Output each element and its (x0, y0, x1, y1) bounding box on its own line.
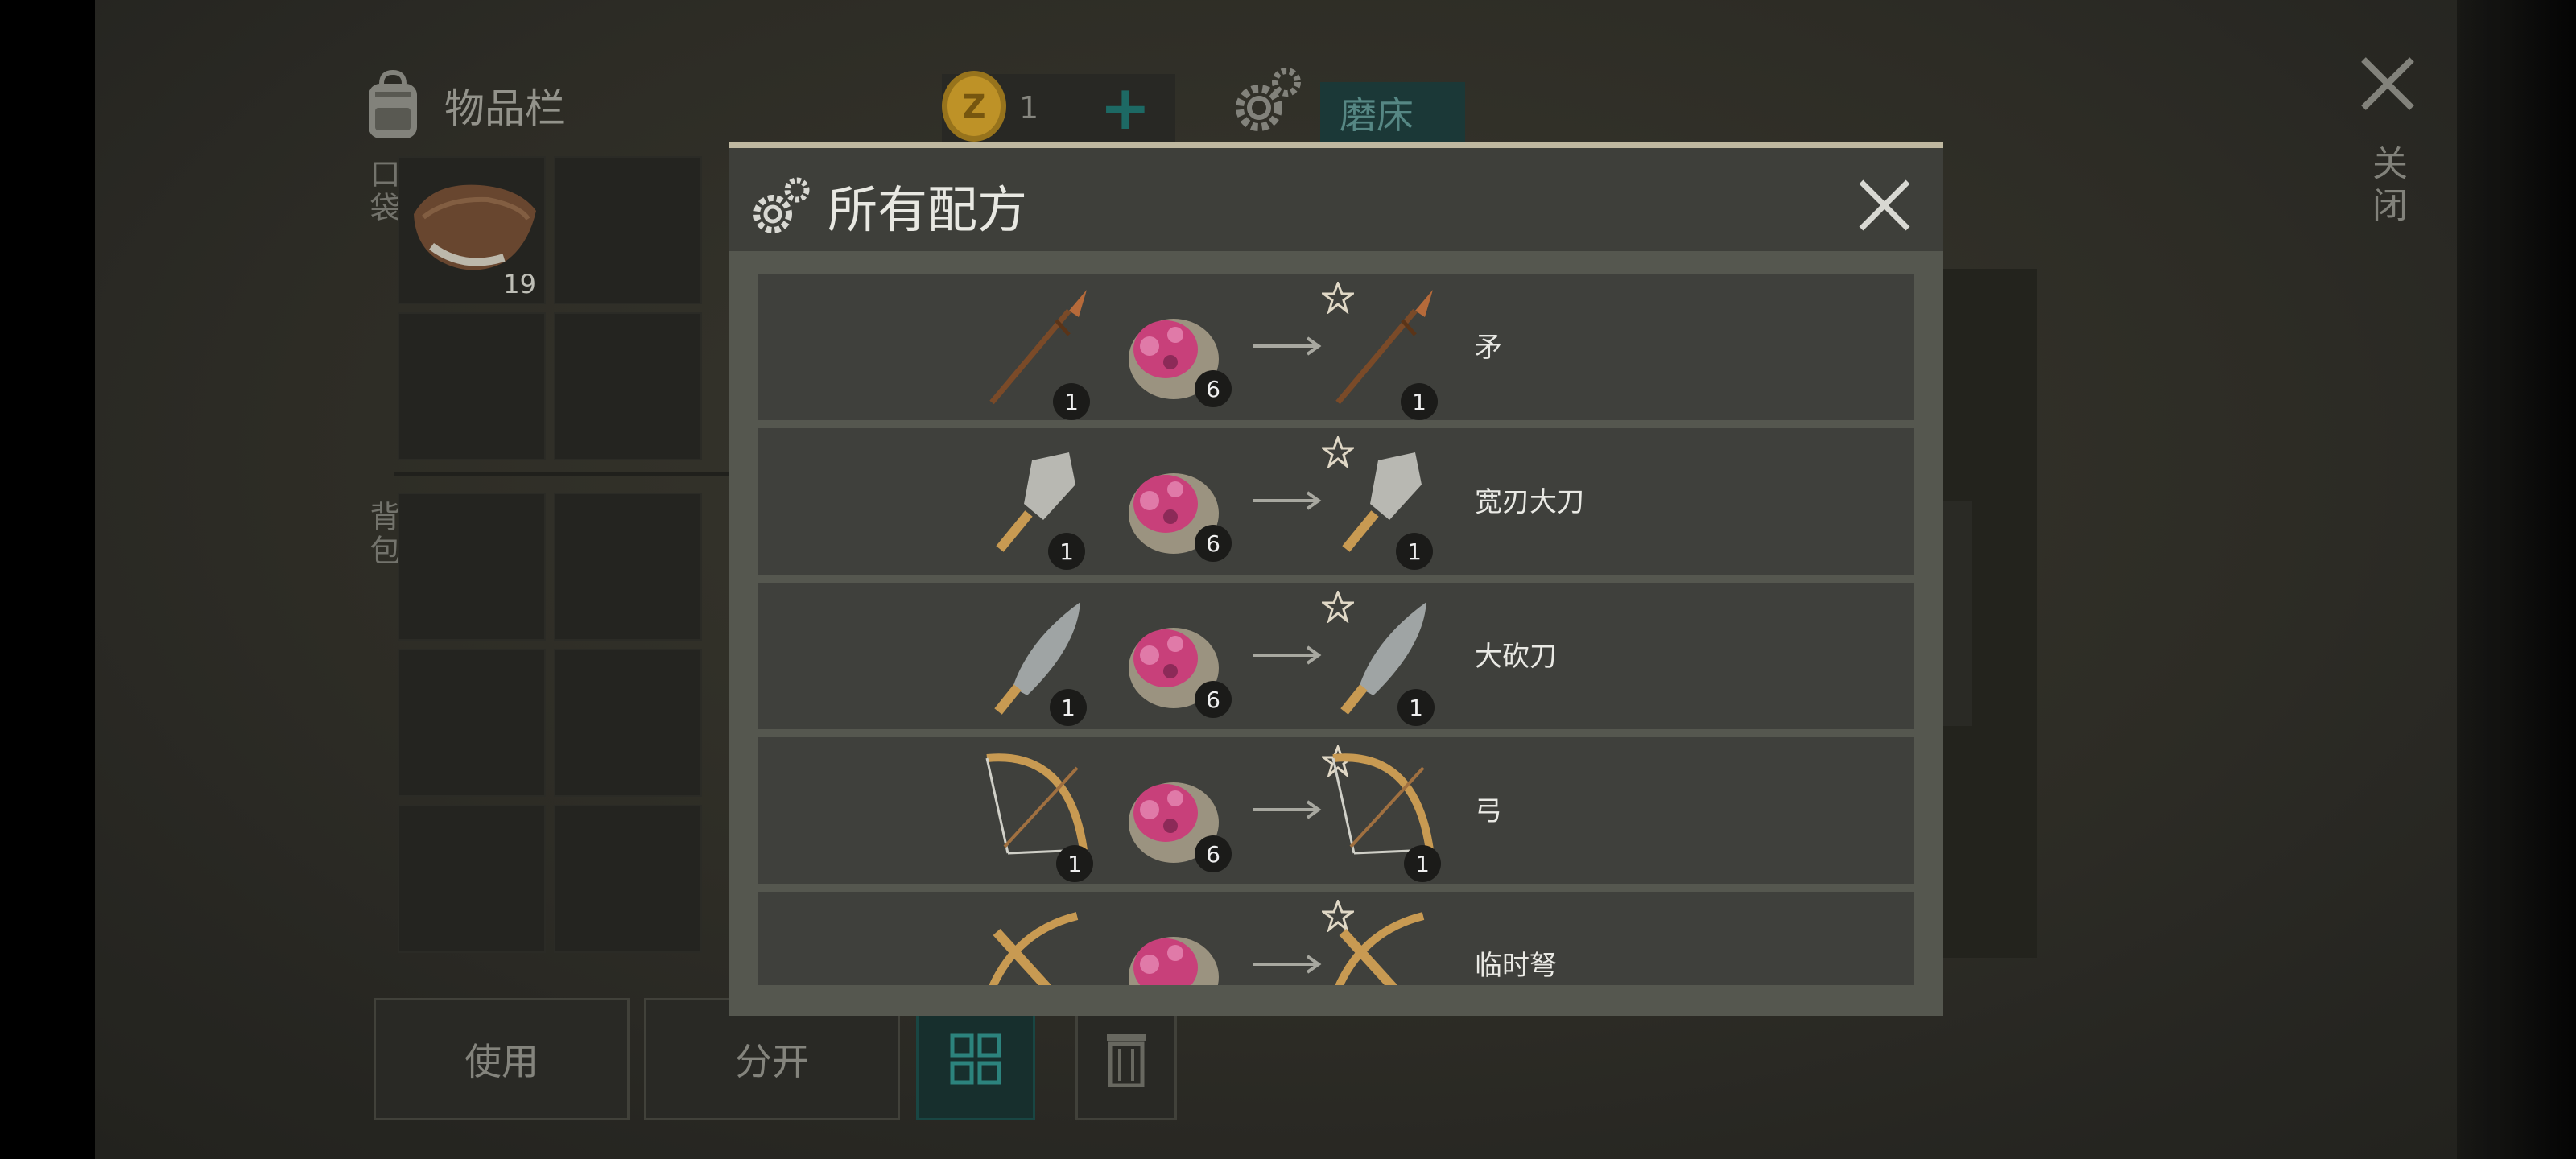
recipe-name: 弓 (1475, 795, 1502, 827)
crossbow-icon (989, 912, 1079, 985)
gears-icon (753, 177, 810, 233)
material (1117, 900, 1230, 985)
recipe-row[interactable]: 临时弩 (758, 892, 1914, 985)
material: 6 (1117, 436, 1232, 565)
quantity-badge: 6 (1195, 370, 1232, 407)
arrow-right-icon (1253, 645, 1322, 665)
recipe-name: 临时弩 (1475, 950, 1557, 982)
material: 6 (1117, 745, 1232, 874)
quantity-badge: 1 (1396, 533, 1433, 570)
output-tool: 1 (1327, 745, 1441, 882)
gem-ore-icon (1129, 937, 1219, 985)
quantity-badge: 6 (1195, 835, 1232, 872)
arrow-right-icon (1253, 336, 1322, 356)
recipe-list: 1 6 1 矛 1 6 1 宽刃大刀 1 6 1 大砍刀 1 6 1 弓 临时弩 (758, 274, 1914, 985)
recipe-row[interactable]: 1 6 (758, 737, 1914, 884)
output-tool: 1 (1327, 282, 1439, 420)
input-tool: 1 (980, 282, 1093, 420)
recipe-name: 矛 (1475, 332, 1502, 364)
output-tool (1327, 900, 1439, 985)
recipe-row[interactable]: 1 6 (758, 274, 1914, 420)
material: 6 (1117, 282, 1232, 410)
quantity-badge: 1 (1401, 383, 1438, 420)
input-tool: 1 (980, 745, 1093, 882)
quantity-badge: 1 (1056, 845, 1093, 882)
quantity-badge: 1 (1397, 689, 1435, 726)
arrow-right-icon (1253, 955, 1322, 974)
output-tool: 1 (1327, 591, 1439, 726)
crossbow-icon (1335, 912, 1425, 985)
recipe-name: 大砍刀 (1475, 641, 1557, 673)
modal-header: 所有配方 (729, 148, 1943, 251)
quantity-badge: 1 (1053, 383, 1090, 420)
material: 6 (1117, 591, 1232, 720)
modal-accent-line (729, 142, 1943, 148)
recipe-row[interactable]: 1 6 (758, 428, 1914, 575)
recipe-row[interactable]: 1 6 (758, 583, 1914, 729)
modal-title: 所有配方 (828, 180, 1028, 239)
output-tool: 1 (1327, 436, 1439, 570)
game-screen: 物品栏 口袋 背包 19 1 + Z 磨床 关闭 使用 分开 所有配方 1 6 … (0, 0, 2576, 1159)
quantity-badge: 1 (1404, 845, 1441, 882)
arrow-right-icon (1253, 491, 1322, 510)
quantity-badge: 6 (1195, 681, 1232, 718)
recipe-name: 宽刃大刀 (1475, 486, 1584, 518)
quantity-badge: 1 (1048, 533, 1085, 570)
input-tool (980, 900, 1093, 985)
arrow-right-icon (1253, 800, 1322, 819)
recipes-modal: 所有配方 1 6 1 矛 1 6 1 宽刃大刀 1 6 1 大砍刀 1 6 1 … (729, 142, 1943, 1016)
input-tool: 1 (980, 591, 1093, 726)
quantity-badge: 1 (1050, 689, 1087, 726)
close-icon[interactable] (1856, 177, 1913, 233)
quantity-badge: 6 (1195, 525, 1232, 562)
input-tool: 1 (980, 436, 1093, 570)
